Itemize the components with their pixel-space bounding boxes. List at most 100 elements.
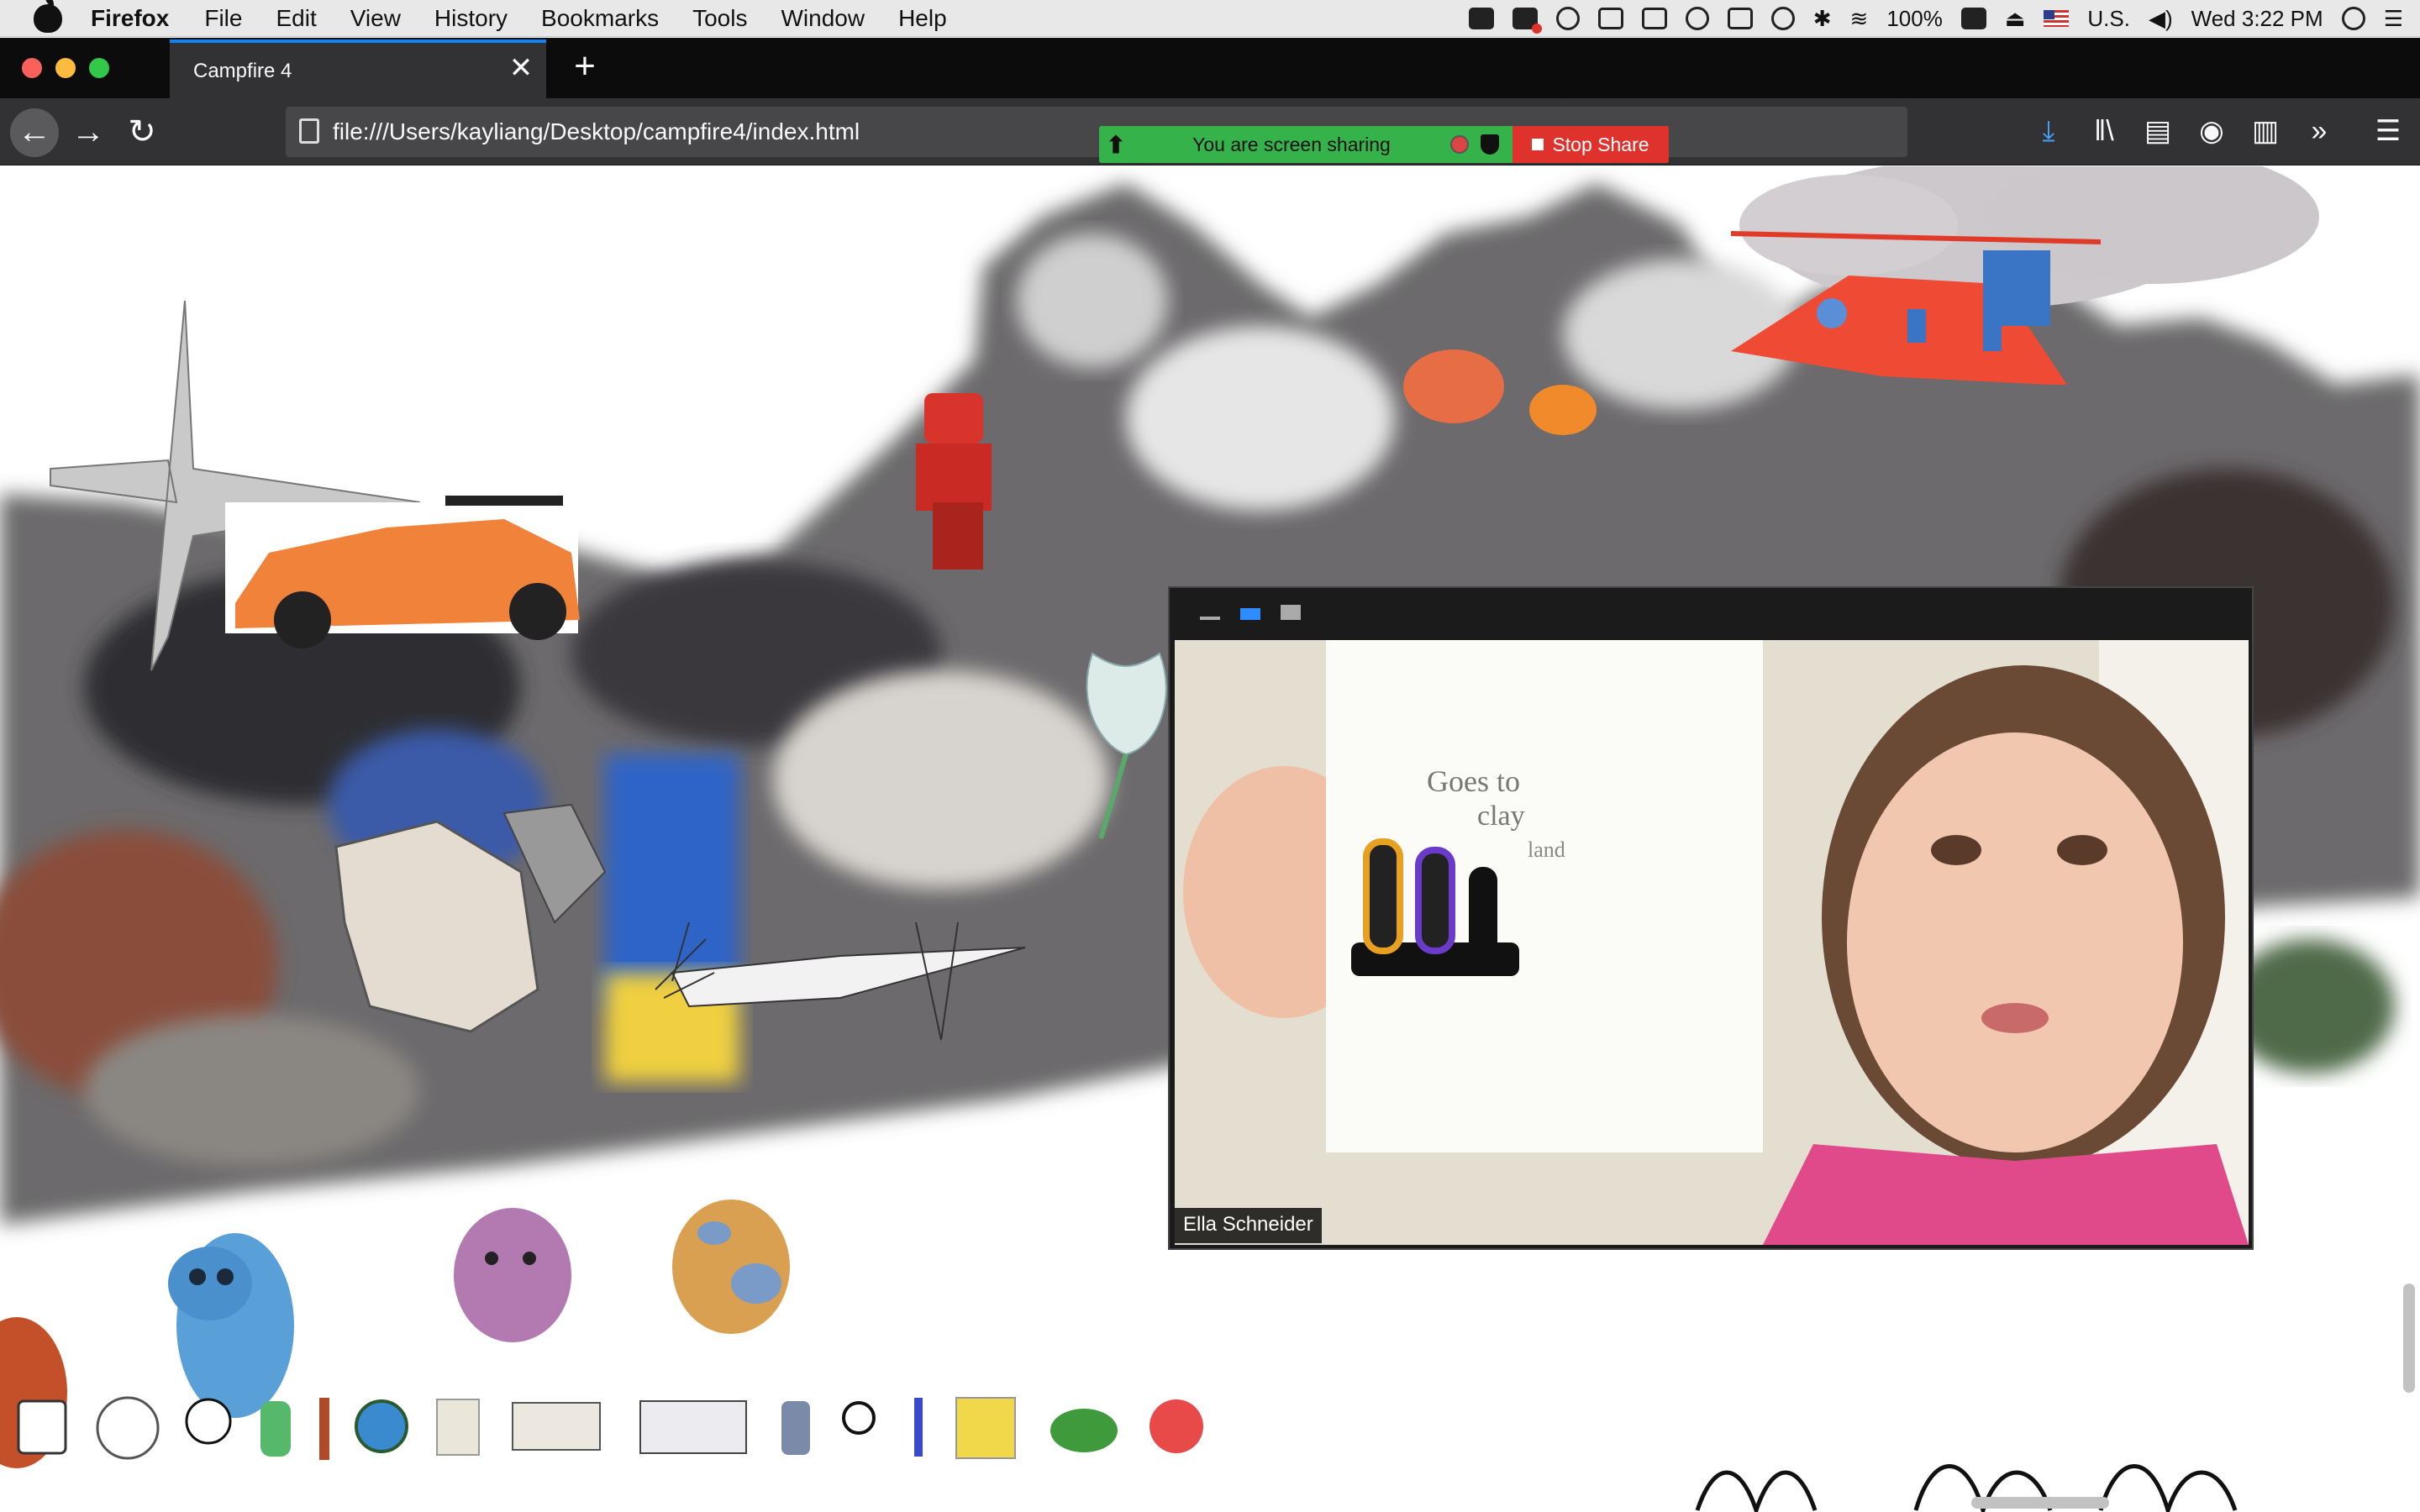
back-button[interactable]: ← (10, 108, 59, 157)
tab-strip: Campfire 4 ✕ + (0, 38, 2420, 98)
glue-bottle-icon[interactable] (260, 1401, 291, 1457)
notification-center-icon[interactable]: ☰ (2384, 6, 2403, 32)
account-icon[interactable]: ◉ (2196, 117, 2227, 145)
display-icon[interactable] (1597, 8, 1623, 29)
mouth (1981, 1003, 2049, 1033)
battery-percent: 100% (1886, 5, 1943, 31)
input-source[interactable]: U.S. (2087, 6, 2130, 32)
vertical-scrollbar[interactable] (2403, 1284, 2415, 1393)
menu-history[interactable]: History (434, 5, 508, 32)
participant-video: Goes to clay land (1175, 640, 2249, 1245)
menu-edit[interactable]: Edit (276, 5, 316, 32)
wifi-icon[interactable]: ≋ (1850, 6, 1869, 32)
new-tab-button[interactable]: + (566, 48, 603, 87)
red-ball-icon[interactable] (1150, 1399, 1203, 1453)
tab-title: Campfire 4 (193, 60, 292, 82)
overflow-icon[interactable]: » (2304, 117, 2334, 145)
share-message: You are screen sharing (1192, 133, 1391, 155)
url-text: file:///Users/kayliang/Desktop/campfire4… (333, 118, 860, 144)
share-arrow-icon: ⬆ (1106, 131, 1126, 158)
vpn-icon[interactable] (1685, 7, 1709, 30)
stop-share-button[interactable]: Stop Share (1512, 126, 1669, 163)
creative-cloud-icon[interactable] (1555, 7, 1580, 30)
color-wheel-icon[interactable] (96, 1396, 160, 1460)
volume-icon[interactable]: ◀︎) (2149, 6, 2173, 32)
dice-icon[interactable] (17, 1399, 67, 1455)
bag-icon[interactable] (781, 1401, 810, 1455)
face (1847, 732, 2183, 1152)
tool-dock (17, 1396, 1203, 1460)
video-toolbar (1170, 588, 2252, 638)
right-eye (2057, 835, 2107, 865)
paper-grass-drawing (1695, 1464, 2238, 1512)
download-icon[interactable]: ⤓ (2033, 117, 2064, 145)
participant-name-label: Ella Schneider (1175, 1208, 1322, 1243)
library-icon[interactable]: ‖\ (2089, 117, 2119, 145)
minimize-video-icon[interactable] (1200, 617, 1220, 620)
time-machine-icon[interactable] (1770, 7, 1795, 30)
video-panel[interactable]: Goes to clay land Ella Schneider (1168, 586, 2254, 1250)
popsicle-drawing (1469, 867, 1497, 959)
security-shield-icon[interactable] (1481, 134, 1499, 155)
clock[interactable]: Wed 3:22 PM (2191, 6, 2323, 32)
globe-icon[interactable] (355, 1399, 408, 1453)
campfire-canvas[interactable]: Goes to clay land Ella Schneider (0, 166, 2420, 1512)
left-eye (1931, 835, 1981, 865)
spotlight-icon[interactable] (2341, 7, 2365, 30)
paper-drawing-icon[interactable] (639, 1400, 747, 1454)
marker-icon[interactable] (914, 1398, 923, 1457)
hamburger-menu-icon[interactable]: ☰ (2373, 117, 2403, 145)
bluetooth-icon[interactable]: ✱ (1813, 6, 1832, 32)
notepad-icon[interactable] (436, 1399, 480, 1456)
blue-dinosaur-figure (168, 1233, 294, 1418)
menu-tools[interactable]: Tools (692, 5, 747, 32)
menu-window[interactable]: Window (781, 5, 865, 32)
lego-race-car (225, 496, 580, 648)
cast-icon[interactable] (1727, 8, 1753, 29)
reload-button[interactable]: ↻ (118, 108, 166, 157)
menu-view[interactable]: View (350, 5, 401, 32)
sticker-sheet-icon[interactable] (512, 1402, 601, 1451)
drawing-caption-line1: Goes to (1427, 764, 1520, 798)
gallery-view-icon[interactable] (1281, 605, 1301, 620)
close-tab-icon[interactable]: ✕ (508, 54, 534, 82)
copy-icon[interactable] (1641, 8, 1667, 29)
eject-icon[interactable]: ⏏ (2005, 6, 2026, 32)
popsicle-drawing (1363, 838, 1403, 954)
paintbrush-icon[interactable] (319, 1398, 329, 1460)
magnifier-icon[interactable] (842, 1401, 876, 1435)
drawing-caption-line2: clay (1477, 801, 1525, 832)
horizontal-scrollbar[interactable] (1971, 1497, 2109, 1509)
minimize-window-button[interactable] (55, 58, 76, 78)
speaker-view-icon[interactable] (1240, 608, 1260, 620)
video-frame: Goes to clay land (1175, 640, 2249, 1245)
lion-figure (1403, 349, 1504, 423)
apple-menu-icon[interactable] (34, 0, 62, 33)
spotted-cow-figure (672, 1200, 790, 1334)
screen-record-icon[interactable] (1512, 8, 1542, 34)
close-window-button[interactable] (22, 58, 42, 78)
purple-squirrel-figure (454, 1208, 571, 1342)
fish-figure (1529, 385, 1597, 435)
lightbulb-icon[interactable] (185, 1398, 232, 1445)
zoom-icon[interactable] (1468, 8, 1494, 29)
macos-menubar: Firefox File Edit View History Bookmarks… (0, 0, 2420, 37)
popsicle-drawing (1415, 847, 1455, 954)
record-status-icon[interactable] (1450, 135, 1469, 154)
extension-icon[interactable]: ▥ (2250, 117, 2281, 145)
menu-help[interactable]: Help (898, 5, 947, 32)
turtle-icon[interactable] (1050, 1409, 1118, 1452)
sidebar-icon[interactable]: ▤ (2143, 117, 2173, 145)
zoom-window-button[interactable] (89, 58, 109, 78)
menu-file[interactable]: File (204, 5, 242, 32)
forward-button[interactable]: → (64, 108, 113, 157)
screen-share-banner: ⬆ You are screen sharing Stop Share (1099, 126, 1669, 163)
sticky-notes-icon[interactable] (955, 1397, 1016, 1459)
tab-campfire[interactable]: Campfire 4 ✕ (170, 39, 546, 98)
flag-icon[interactable] (2044, 10, 2070, 27)
stop-share-label: Stop Share (1552, 133, 1649, 155)
battery-icon[interactable] (1960, 8, 1986, 29)
menu-bookmarks[interactable]: Bookmarks (541, 5, 659, 32)
stop-square-icon (1532, 139, 1544, 150)
app-menu-firefox[interactable]: Firefox (91, 5, 169, 32)
